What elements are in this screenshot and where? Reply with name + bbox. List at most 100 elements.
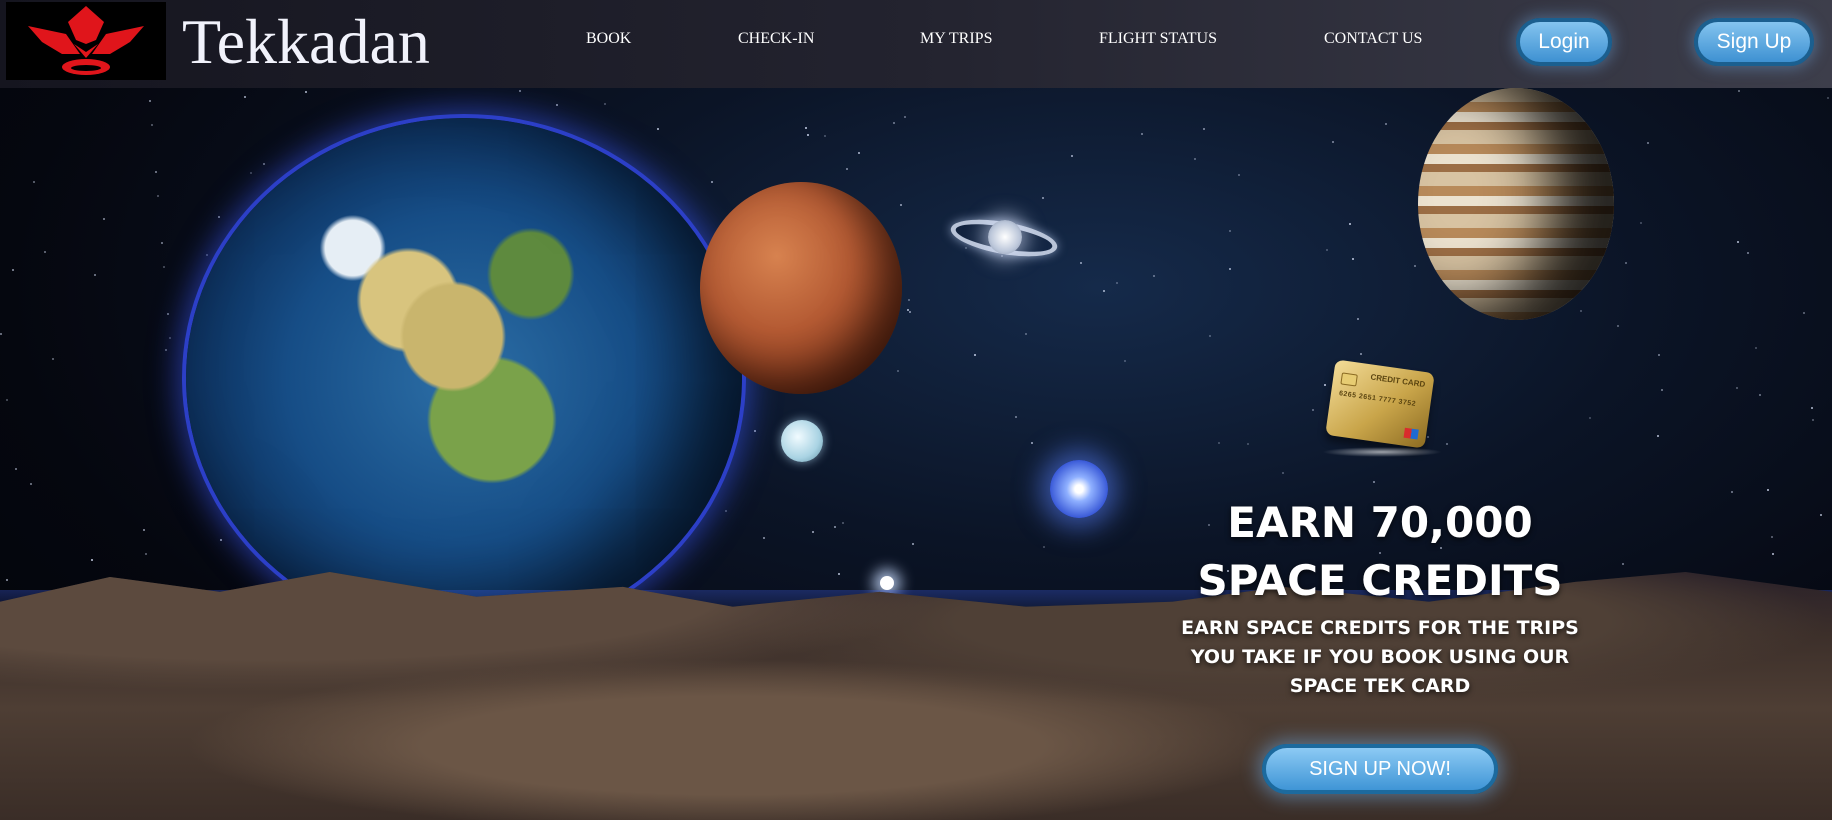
- star-dot: [1617, 325, 1619, 327]
- star-dot: [169, 337, 171, 339]
- star-dot: [44, 251, 46, 253]
- logo-link[interactable]: [6, 2, 166, 80]
- star-dot: [1811, 407, 1813, 409]
- star-dot: [161, 242, 163, 244]
- star-dot: [1661, 389, 1663, 391]
- card-reflection: [1322, 447, 1442, 457]
- nav-contact-us[interactable]: CONTACT US: [1324, 30, 1422, 52]
- star-dot: [1071, 155, 1073, 157]
- star-dot: [1247, 443, 1249, 445]
- star-dot: [1385, 123, 1387, 125]
- star-dot: [897, 370, 899, 372]
- brand-name[interactable]: Tekkadan: [182, 2, 430, 82]
- promo-block: EARN 70,000 SPACE CREDITS EARN SPACE CRE…: [1160, 494, 1600, 701]
- promo-subtext: EARN SPACE CREDITS FOR THE TRIPS YOU TAK…: [1181, 617, 1579, 697]
- star-dot: [763, 537, 765, 539]
- star-dot: [33, 181, 35, 183]
- star-dot: [1218, 442, 1220, 444]
- star-dot: [900, 204, 902, 206]
- nav-flight-status[interactable]: FLIGHT STATUS: [1099, 30, 1217, 52]
- sign-up-button[interactable]: Sign Up: [1694, 18, 1814, 66]
- nav-book[interactable]: BOOK: [586, 30, 631, 52]
- star-dot: [1427, 436, 1429, 438]
- star-dot: [812, 531, 814, 533]
- star-dot: [834, 526, 836, 528]
- star-dot: [12, 269, 14, 271]
- credit-card-image: CREDIT CARD 6265 2651 7777 3752: [1325, 359, 1435, 449]
- card-number-text: 6265 2651 7777 3752: [1338, 390, 1417, 408]
- star-dot: [1759, 394, 1761, 396]
- star-dot: [824, 135, 826, 137]
- star-dot: [218, 216, 220, 218]
- star-dot: [1282, 472, 1284, 474]
- star-dot: [1803, 312, 1805, 314]
- star-dot: [842, 522, 844, 524]
- star-dot: [904, 116, 906, 118]
- page: CREDIT CARD 6265 2651 7777 3752 EARN 70,…: [0, 0, 1832, 820]
- star-dot: [1589, 417, 1591, 419]
- star-dot: [1771, 536, 1773, 538]
- star-dot: [909, 311, 911, 313]
- star-dot: [15, 468, 17, 470]
- star-dot: [846, 168, 848, 170]
- star-dot: [6, 399, 8, 401]
- star-dot: [1731, 491, 1733, 493]
- star-dot: [657, 128, 659, 130]
- blue-star-image: [1050, 460, 1108, 518]
- star-dot: [1324, 384, 1326, 386]
- star-dot: [754, 430, 756, 432]
- star-dot: [1238, 174, 1240, 176]
- star-dot: [157, 195, 159, 197]
- star-dot: [244, 96, 246, 98]
- star-dot: [149, 100, 151, 102]
- star-dot: [94, 274, 96, 276]
- star-dot: [52, 358, 54, 360]
- star-dot: [1736, 387, 1738, 389]
- star-dot: [1658, 354, 1660, 356]
- star-dot: [1767, 489, 1769, 491]
- star-dot: [1640, 222, 1642, 224]
- star-dot: [1209, 335, 1211, 337]
- saturn-body: [988, 220, 1022, 254]
- star-dot: [1349, 223, 1351, 225]
- star-dot: [1042, 197, 1044, 199]
- star-dot: [1820, 514, 1822, 516]
- star-dot: [725, 510, 727, 512]
- promo-headline: EARN 70,000 SPACE CREDITS: [1160, 494, 1600, 610]
- star-dot: [838, 573, 840, 575]
- star-dot: [974, 354, 976, 356]
- star-dot: [1622, 563, 1624, 565]
- star-dot: [305, 91, 307, 93]
- star-dot: [1229, 230, 1231, 232]
- sign-up-now-button[interactable]: SIGN UP NOW!: [1262, 744, 1498, 794]
- star-dot: [1194, 158, 1196, 160]
- star-dot: [91, 559, 93, 561]
- star-dot: [206, 254, 208, 256]
- hero-space-background: CREDIT CARD 6265 2651 7777 3752 EARN 70,…: [0, 0, 1832, 820]
- mars-planet-image: [700, 182, 902, 394]
- star-dot: [1326, 249, 1328, 251]
- star-dot: [858, 152, 860, 154]
- promo-headline-line1: EARN 70,000: [1227, 498, 1533, 547]
- star-dot: [1352, 258, 1354, 260]
- star-dot: [1812, 419, 1814, 421]
- star-dot: [711, 181, 713, 183]
- card-chip-icon: [1340, 372, 1358, 387]
- earth-planet-image: [186, 118, 742, 638]
- star-dot: [807, 134, 809, 136]
- login-button[interactable]: Login: [1516, 18, 1612, 66]
- nav-my-trips[interactable]: MY TRIPS: [920, 30, 992, 52]
- star-dot: [30, 483, 32, 485]
- star-dot: [1203, 128, 1205, 130]
- star-dot: [604, 103, 606, 105]
- star-dot: [893, 122, 895, 124]
- star-dot: [1755, 347, 1757, 349]
- saturn-planet-image: [948, 200, 1060, 270]
- star-dot: [1025, 333, 1027, 335]
- star-dot: [167, 313, 169, 315]
- nav-check-in[interactable]: CHECK-IN: [738, 30, 814, 52]
- star-dot: [1446, 443, 1448, 445]
- star-dot: [1647, 142, 1649, 144]
- star-dot: [1360, 353, 1362, 355]
- star-dot: [1312, 409, 1314, 411]
